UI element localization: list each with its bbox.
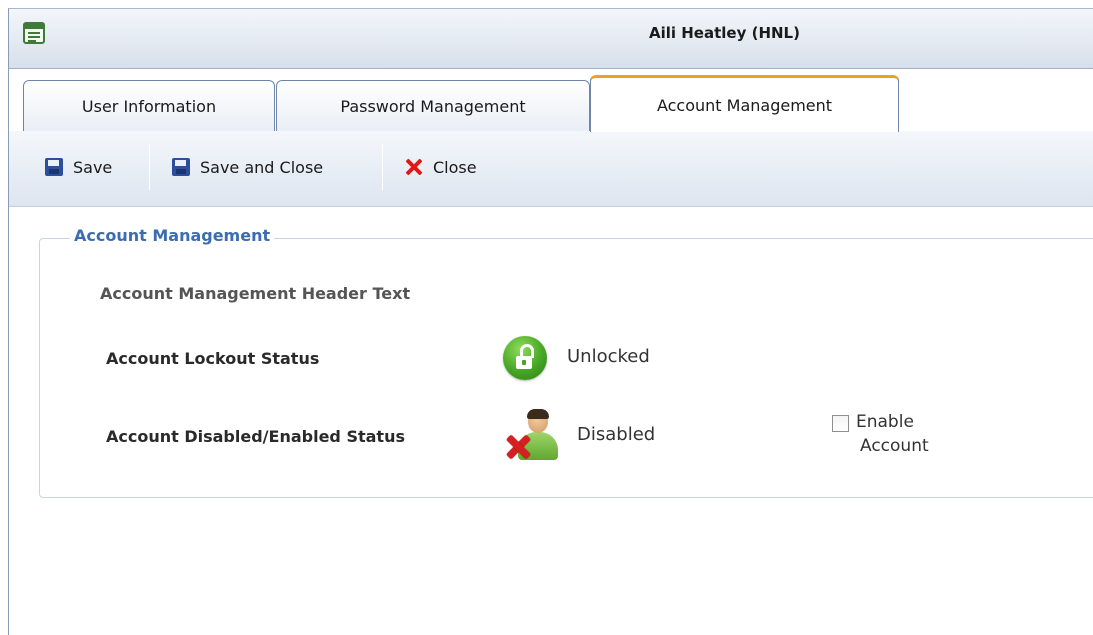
close-button-label: Close	[433, 157, 477, 177]
enable-account-checkbox[interactable]	[832, 415, 849, 432]
toolbar: Save Save and Close Close	[9, 131, 1093, 207]
floppy-disk-icon	[45, 158, 63, 176]
save-and-close-button[interactable]: Save and Close	[168, 146, 327, 188]
toolbar-separator	[382, 144, 383, 190]
account-management-fieldset	[39, 238, 1093, 498]
user-disabled-icon	[505, 408, 563, 464]
form-icon	[23, 22, 45, 44]
tab-password-management[interactable]: Password Management	[276, 80, 590, 132]
enable-account-label[interactable]: Enable Account	[856, 410, 966, 458]
close-button[interactable]: Close	[401, 146, 481, 188]
tab-strip: User Information Password Management Acc…	[9, 75, 1093, 135]
tab-account-management[interactable]: Account Management	[590, 75, 899, 132]
section-header-text: Account Management Header Text	[100, 284, 411, 303]
lockout-status-value: Unlocked	[567, 346, 650, 367]
disabled-status-value: Disabled	[577, 424, 656, 445]
enable-account-label-line2: Account	[860, 436, 929, 456]
tab-user-information[interactable]: User Information	[23, 80, 275, 132]
toolbar-separator	[149, 144, 150, 190]
title-bar: Aili Heatley (HNL)	[9, 9, 1093, 69]
lockout-status-label: Account Lockout Status	[106, 349, 320, 368]
save-button-label: Save	[73, 157, 113, 177]
floppy-disk-icon	[172, 158, 190, 176]
unlocked-padlock-icon	[503, 336, 547, 380]
red-x-icon	[405, 158, 423, 176]
save-and-close-button-label: Save and Close	[200, 157, 324, 177]
save-button[interactable]: Save	[41, 146, 116, 188]
window-title: Aili Heatley (HNL)	[649, 24, 800, 42]
disabled-status-label: Account Disabled/Enabled Status	[106, 427, 405, 446]
fieldset-legend: Account Management	[70, 226, 275, 245]
enable-account-label-line1: Enable	[856, 412, 914, 432]
